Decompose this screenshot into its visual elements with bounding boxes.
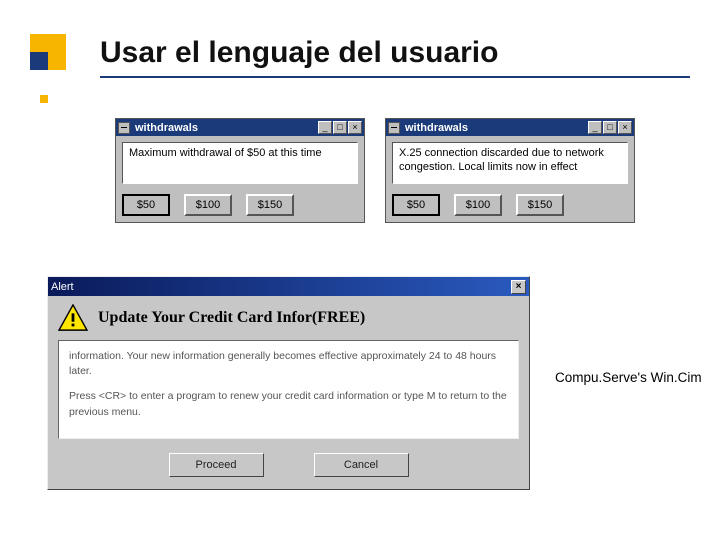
minimize-icon[interactable]: _ [588,121,602,134]
title-underline [100,76,690,78]
titlebar[interactable]: withdrawals _ □ × [386,119,634,136]
alert-dialog: Alert × Update Your Credit Card Infor(FR… [47,276,530,490]
window-title: withdrawals [403,122,585,134]
alert-title: Alert [51,281,507,293]
message-text: X.25 connection discarded due to network… [392,142,628,184]
amount-100-button[interactable]: $100 [454,194,502,216]
close-icon[interactable]: × [511,280,526,294]
alert-titlebar[interactable]: Alert × [48,277,529,296]
amount-150-button[interactable]: $150 [246,194,294,216]
alert-para-2: Press <CR> to enter a program to renew y… [69,389,508,419]
alert-body-text: information. Your new information genera… [58,340,519,439]
alert-para-1: information. Your new information genera… [69,349,508,379]
system-menu-icon[interactable] [388,122,400,134]
amount-50-button[interactable]: $50 [392,194,440,216]
bullet [40,95,48,103]
maximize-icon[interactable]: □ [333,121,347,134]
amount-100-button[interactable]: $100 [184,194,232,216]
system-menu-icon[interactable] [118,122,130,134]
message-text: Maximum withdrawal of $50 at this time [122,142,358,184]
amount-150-button[interactable]: $150 [516,194,564,216]
close-icon[interactable]: × [348,121,362,134]
titlebar[interactable]: withdrawals _ □ × [116,119,364,136]
window-title: withdrawals [133,122,315,134]
image-caption: Compu.Serve's Win.Cim [555,370,702,385]
minimize-icon[interactable]: _ [318,121,332,134]
slide-accent [30,34,66,70]
proceed-button[interactable]: Proceed [169,453,264,477]
window-withdrawals-left: withdrawals _ □ × Maximum withdrawal of … [115,118,365,223]
maximize-icon[interactable]: □ [603,121,617,134]
cancel-button[interactable]: Cancel [314,453,409,477]
slide-title: Usar el lenguaje del usuario [100,36,498,70]
amount-50-button[interactable]: $50 [122,194,170,216]
window-withdrawals-right: withdrawals _ □ × X.25 connection discar… [385,118,635,223]
warning-icon [58,304,88,332]
close-icon[interactable]: × [618,121,632,134]
alert-heading: Update Your Credit Card Infor(FREE) [98,309,365,327]
